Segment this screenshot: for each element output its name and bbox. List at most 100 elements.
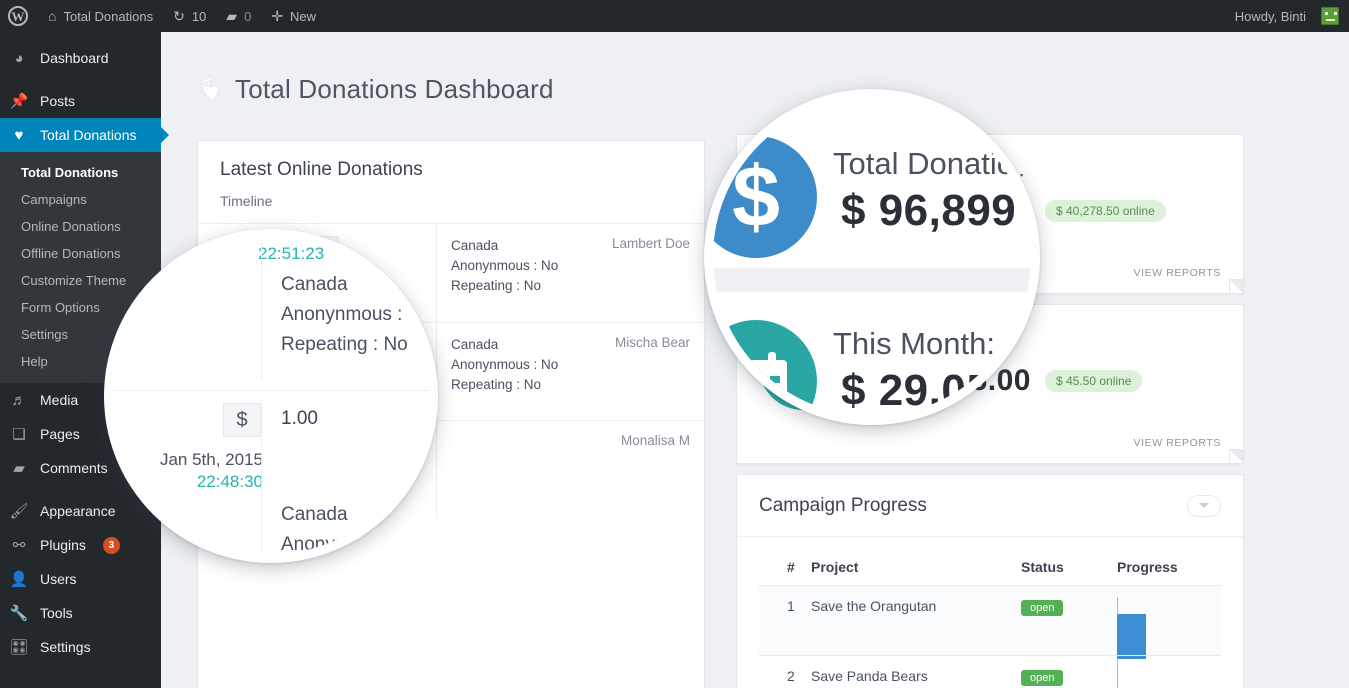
magnified-column-divider: [261, 238, 262, 380]
magnified-month-label: This Month:: [833, 326, 995, 361]
pages-icon: ❏: [12, 425, 26, 443]
plugins-update-badge: 3: [102, 536, 120, 554]
timeline-detail: [436, 421, 576, 518]
submenu-item-offline-donations[interactable]: Offline Donations: [0, 240, 161, 267]
submenu-item-online-donations[interactable]: Online Donations: [0, 213, 161, 240]
total-donations-online-badge: $ 40,278.50 online: [1044, 200, 1166, 223]
avatar: [1321, 7, 1339, 25]
table-row[interactable]: 1 Save the Orangutan open: [759, 585, 1221, 676]
card-fold-corner: [1229, 449, 1243, 463]
admin-bar: W ⌂ Total Donations ↻ 10 ▰ 0 ✛ New Howdy…: [0, 0, 1349, 32]
comments-count: 0: [244, 8, 252, 24]
sidebar-item-users[interactable]: 👤 Users: [0, 562, 161, 596]
sidebar-item-label: Settings: [40, 639, 91, 655]
magnified-date: Jan 5th, 2015: [159, 450, 263, 469]
sidebar-item-label: Posts: [40, 93, 76, 109]
timeline-repeating: Repeating : No: [451, 377, 542, 392]
sidebar-item-label: Total Donations: [40, 127, 137, 143]
site-name-button[interactable]: ⌂ Total Donations: [38, 0, 163, 32]
howdy-label: Howdy, Binti: [1234, 8, 1306, 24]
magnified-repeating: Repeating : No: [281, 334, 408, 355]
helping-hands-heart-icon: [197, 72, 231, 106]
magnified-time: 22:48:30: [196, 472, 263, 491]
sidebar-item-label: Media: [40, 392, 79, 408]
table-header-row: # Project Status Progress: [759, 537, 1221, 586]
row-number: 2: [759, 655, 811, 688]
sidebar-item-posts[interactable]: 📌 Posts: [0, 84, 161, 118]
status-badge: open: [1021, 670, 1064, 686]
magnified-card-gap: [713, 268, 1031, 292]
submenu-item-campaigns[interactable]: Campaigns: [0, 186, 161, 213]
updates-count: 10: [191, 8, 207, 24]
updates-button[interactable]: ↻ 10: [163, 0, 216, 32]
campaign-progress-card: Campaign Progress # Project Status Progr…: [736, 474, 1244, 688]
campaign-progress-header: Campaign Progress: [737, 475, 1243, 537]
chevron-down-icon[interactable]: [1187, 494, 1221, 517]
column-header-status: Status: [1021, 537, 1117, 586]
latest-donations-header: Latest Online Donations Timeline: [198, 141, 704, 223]
comments-icon: ▰: [13, 459, 25, 477]
magnified-row-divider: [113, 390, 429, 391]
sidebar-item-total-donations[interactable]: ♥ Total Donations: [0, 118, 169, 152]
sliders-icon: 🎛: [9, 638, 29, 656]
column-header-number: #: [759, 537, 811, 586]
user-icon: 👤: [9, 570, 29, 588]
submenu-item-total-donations[interactable]: Total Donations: [0, 159, 161, 186]
timeline-repeating: Repeating : No: [451, 278, 542, 293]
magnified-dollar-icon: $: [223, 403, 261, 437]
sidebar-item-label: Pages: [40, 426, 80, 442]
magnified-month-amount: $ 29,05: [841, 366, 992, 415]
row-project: Save Panda Bears: [811, 655, 1021, 688]
timeline-anonymous: Anonynmous : No: [451, 357, 559, 372]
table-row[interactable]: 2 Save Panda Bears open: [759, 655, 1221, 688]
view-reports-link[interactable]: VIEW REPORTS: [1133, 267, 1221, 279]
sidebar-item-tools[interactable]: 🔧 Tools: [0, 596, 161, 630]
campaign-progress-table: # Project Status Progress 1 Save the Ora…: [759, 537, 1221, 688]
latest-donations-title: Latest Online Donations: [220, 159, 423, 180]
timeline-detail: Canada Anonynmous : No Repeating : No: [436, 224, 576, 322]
campaign-table-wrap: # Project Status Progress 1 Save the Ora…: [737, 537, 1243, 688]
pin-icon: 📌: [9, 92, 29, 110]
wrench-icon: 🔧: [9, 604, 29, 622]
sidebar-item-label: Tools: [40, 605, 73, 621]
column-header-progress: Progress: [1117, 537, 1221, 586]
sidebar-item-dashboard[interactable]: ◕ Dashboard: [0, 41, 161, 75]
timeline-donor: Lambert Doe: [611, 236, 690, 251]
magnified-country: Canada: [281, 274, 348, 295]
magnified-amount: 1.00: [281, 408, 318, 429]
row-number: 1: [759, 585, 811, 656]
sidebar-spacer-top: [0, 32, 161, 41]
media-icon: ♬: [11, 391, 27, 409]
wordpress-logo-icon: W: [8, 6, 28, 26]
timeline-anonymous: Anonynmous : No: [451, 258, 559, 273]
sidebar-item-plugins[interactable]: ⚯ Plugins 3: [0, 528, 161, 562]
timeline-donor: Mischa Bear: [614, 335, 690, 350]
new-content-button[interactable]: ✛ New: [261, 0, 326, 32]
submenu-item-customize-theme[interactable]: Customize Theme: [0, 267, 161, 294]
comments-button[interactable]: ▰ 0: [216, 0, 261, 32]
site-name-label: Total Donations: [63, 8, 154, 24]
magnified-anonymous: Anonynmous : No: [281, 304, 433, 325]
screen: W ⌂ Total Donations ↻ 10 ▰ 0 ✛ New Howdy…: [0, 0, 1349, 688]
magnified-total-amount: $ 96,899: [841, 186, 1017, 235]
wp-logo-button[interactable]: W: [0, 0, 38, 32]
timeline-country: Canada: [451, 337, 499, 352]
sidebar-item-appearance[interactable]: 🖌 Appearance: [0, 494, 161, 528]
magnified-total-label: Total Donations:: [833, 146, 1040, 181]
view-reports-link[interactable]: VIEW REPORTS: [1133, 437, 1221, 449]
row-project: Save the Orangutan: [811, 585, 1021, 656]
updates-icon: ↻: [173, 8, 185, 24]
row-status-cell: open: [1021, 585, 1117, 656]
plug-icon: ⚯: [12, 536, 26, 554]
this-month-online-badge: $ 45.50 online: [1044, 370, 1143, 393]
sidebar-item-label: Users: [40, 571, 77, 587]
sidebar-sep-1: [0, 75, 161, 84]
sidebar-item-label: Appearance: [40, 503, 116, 519]
sidebar-item-label: Dashboard: [40, 50, 109, 66]
sidebar-item-label: Comments: [40, 460, 108, 476]
account-menu[interactable]: Howdy, Binti: [1225, 0, 1349, 32]
row-status-cell: open: [1021, 655, 1117, 688]
dashboard-icon: ◕: [14, 49, 24, 67]
timeline-detail: Canada Anonynmous : No Repeating : No: [436, 323, 576, 420]
sidebar-item-settings[interactable]: 🎛 Settings: [0, 630, 161, 664]
